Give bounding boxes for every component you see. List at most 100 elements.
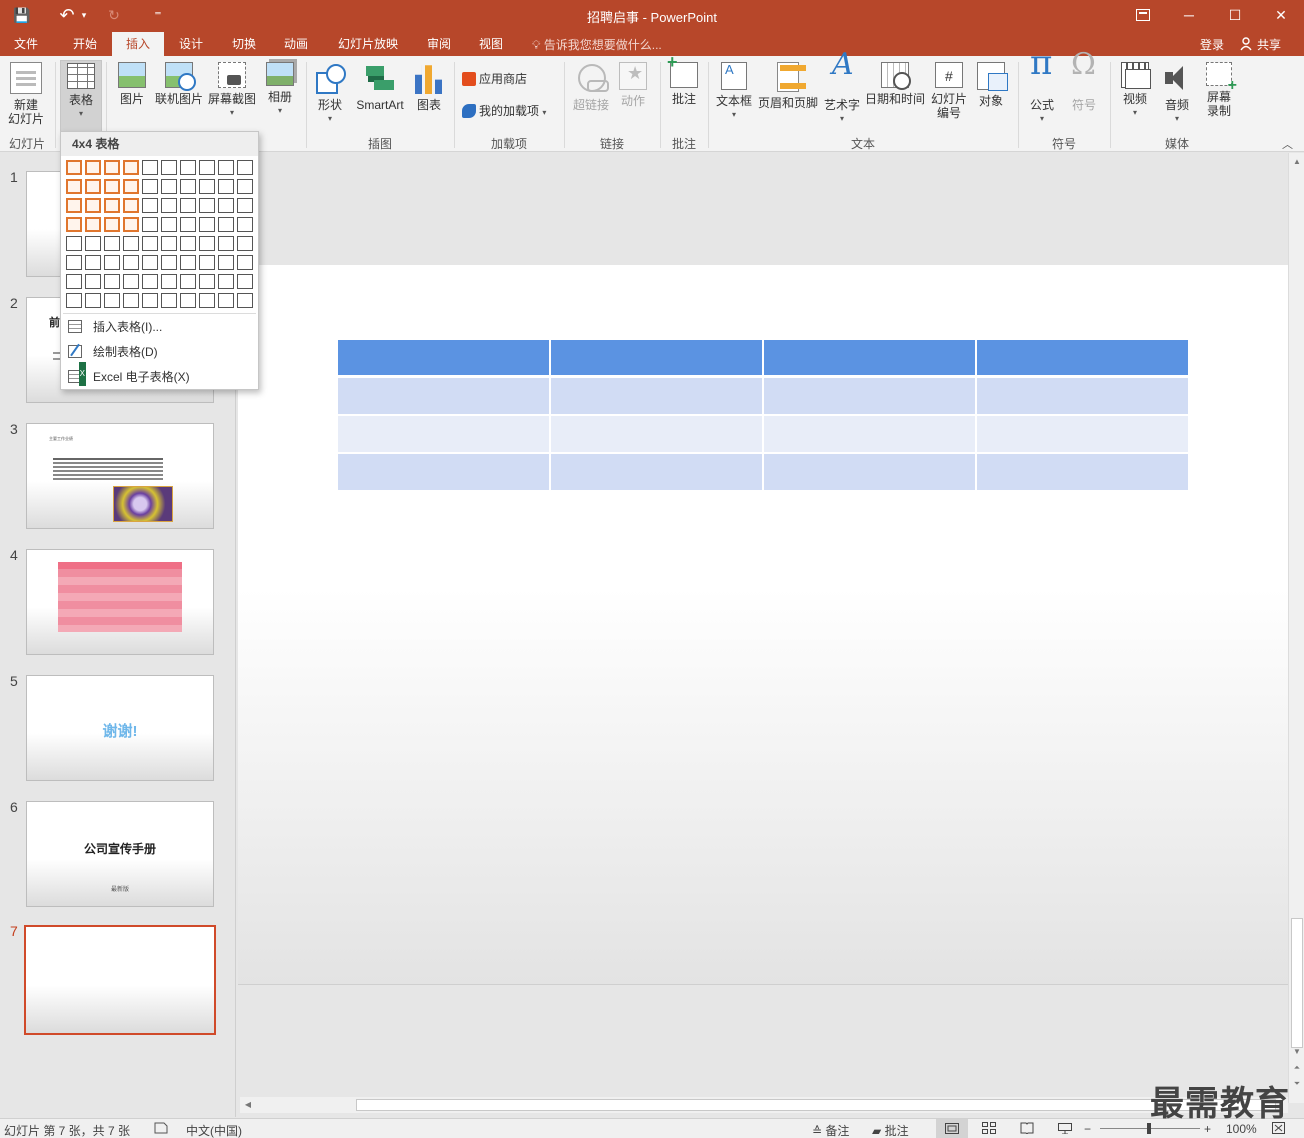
minimize-button[interactable]: ─ [1166,0,1212,30]
slide-thumbnail-3[interactable]: 主要工作业绩 [26,423,214,529]
table-grid-cell[interactable] [180,236,196,251]
table-grid-cell[interactable] [180,198,196,213]
table-grid-cell[interactable] [123,198,139,213]
table-grid-cell[interactable] [237,198,253,213]
login-link[interactable]: 登录 [1200,36,1224,53]
comments-button[interactable]: ▰ 批注 [872,1122,909,1138]
undo-dropdown-icon[interactable]: ▾ [78,4,90,26]
language-status[interactable]: 中文(中国) [186,1122,242,1138]
slide-thumbnail-4[interactable] [26,549,214,655]
table-grid-cell[interactable] [142,160,158,175]
zoom-out-icon[interactable]: − [1084,1122,1091,1136]
table-cell[interactable] [551,378,762,416]
action-button[interactable]: 动作 [616,60,650,108]
spell-check-icon[interactable] [154,1122,168,1137]
table-cell[interactable] [977,416,1188,454]
table-grid-cell[interactable] [161,236,177,251]
table-grid-cell[interactable] [142,274,158,289]
table-button[interactable]: 表格 ▾ [60,60,102,132]
table-grid-cell[interactable] [180,255,196,270]
scroll-down-icon[interactable]: ▼ [1289,1045,1304,1059]
slide-sorter-view-icon[interactable] [982,1122,996,1137]
collapse-ribbon-icon[interactable]: ︿ [1282,136,1293,152]
symbol-button[interactable]: 符号 [1066,58,1102,112]
picture-button[interactable]: 图片 [114,60,150,106]
tab-animations[interactable]: 动画 [272,32,320,56]
table-grid-cell[interactable] [123,236,139,251]
table-grid-cell[interactable] [66,217,82,232]
table-cell[interactable] [551,454,762,492]
table-grid-cell[interactable] [218,255,234,270]
tell-me-search[interactable]: 💡︎ 告诉我您想要做什么... [532,36,662,53]
table-grid-cell[interactable] [218,217,234,232]
table-grid-cell[interactable] [123,160,139,175]
slide-editing-area[interactable] [238,153,1288,1098]
table-cell[interactable] [764,416,975,454]
current-slide[interactable] [238,265,1288,985]
ribbon-display-options-icon[interactable] [1120,0,1166,30]
table-grid-cell[interactable] [180,293,196,308]
table-grid-cell[interactable] [123,293,139,308]
horizontal-scrollbar[interactable]: ◀ [240,1097,1288,1113]
table-grid-cell[interactable] [104,160,120,175]
table-grid-cell[interactable] [218,160,234,175]
table-cell[interactable] [338,416,549,454]
slide-table[interactable] [336,340,1190,492]
table-grid-cell[interactable] [85,274,101,289]
tab-slideshow[interactable]: 幻灯片放映 [330,32,406,56]
table-grid-cell[interactable] [218,274,234,289]
new-slide-button[interactable]: 新建 幻灯片 [2,60,50,126]
tab-insert[interactable]: 插入 [112,32,164,56]
table-grid-cell[interactable] [66,236,82,251]
table-grid-cell[interactable] [237,274,253,289]
screenshot-button[interactable]: 屏幕截图 ▾ [207,60,257,120]
wordart-button[interactable]: 艺术字 ▾ [822,58,862,126]
table-grid-cell[interactable] [104,255,120,270]
tab-review[interactable]: 审阅 [416,32,462,56]
table-grid-cell[interactable] [180,274,196,289]
table-cell[interactable] [338,454,549,492]
table-grid-cell[interactable] [161,179,177,194]
table-grid-cell[interactable] [104,293,120,308]
table-grid-cell[interactable] [85,160,101,175]
previous-slide-icon[interactable]: ⏶ [1289,1061,1304,1075]
table-grid-cell[interactable] [199,198,215,213]
maximize-button[interactable]: ☐ [1212,0,1258,30]
table-grid-cell[interactable] [237,236,253,251]
horizontal-scroll-thumb[interactable] [356,1099,1276,1111]
table-grid-cell[interactable] [142,293,158,308]
table-grid-cell[interactable] [161,217,177,232]
table-grid-cell[interactable] [123,217,139,232]
table-grid-cell[interactable] [218,179,234,194]
table-grid-cell[interactable] [66,255,82,270]
reading-view-icon[interactable] [1020,1122,1034,1137]
undo-icon[interactable]: ↶ [56,4,78,26]
smartart-button[interactable]: SmartArt [352,60,408,112]
tab-transitions[interactable]: 切换 [220,32,268,56]
table-grid-cell[interactable] [85,236,101,251]
table-grid-cell[interactable] [180,217,196,232]
table-grid-cell[interactable] [66,198,82,213]
table-grid-cell[interactable] [85,217,101,232]
table-grid-cell[interactable] [161,198,177,213]
table-grid-cell[interactable] [199,236,215,251]
normal-view-button[interactable] [936,1119,968,1138]
store-button[interactable]: 应用商店 [462,72,552,86]
notes-button[interactable]: ≙ 备注 [812,1122,849,1138]
table-grid-cell[interactable] [180,160,196,175]
table-grid-cell[interactable] [180,179,196,194]
save-icon[interactable]: 💾 [10,4,34,26]
table-grid-cell[interactable] [218,236,234,251]
table-cell[interactable] [977,454,1188,492]
vertical-scroll-thumb[interactable] [1291,918,1303,1048]
table-grid-cell[interactable] [142,198,158,213]
table-grid-cell[interactable] [142,255,158,270]
table-grid-cell[interactable] [199,274,215,289]
screen-record-button[interactable]: 屏幕 录制 [1200,60,1238,118]
customize-toolbar-icon[interactable]: ⁼ [146,4,170,26]
table-grid-cell[interactable] [161,274,177,289]
table-grid-cell[interactable] [237,179,253,194]
table-grid-cell[interactable] [142,236,158,251]
table-grid-cell[interactable] [85,293,101,308]
equation-button[interactable]: 公式 ▾ [1024,56,1060,126]
